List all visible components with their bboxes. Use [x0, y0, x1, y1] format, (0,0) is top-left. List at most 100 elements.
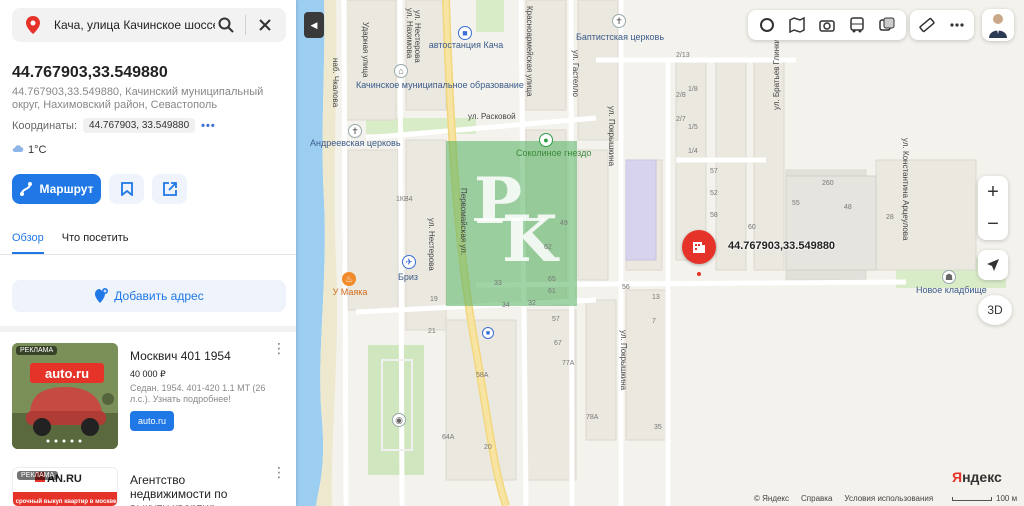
bus-station-icon[interactable]: ■ [458, 26, 472, 40]
map-footer: © Яндекс Справка Условия использования [754, 494, 933, 503]
tab-overview[interactable]: Обзор [12, 232, 44, 254]
church-icon[interactable]: ✝ [348, 124, 362, 138]
ad-image[interactable]: auto.ru РЕКЛАМА [12, 343, 118, 449]
ad-title[interactable]: Агентство недвижимости по выкупу квартир [130, 473, 266, 506]
bus-icon[interactable] [844, 12, 870, 38]
map-canvas[interactable]: PK ■ автостанция Кача ✝ Баптистская церк… [296, 0, 1024, 506]
house-number: 77A [562, 360, 575, 367]
house-number: 1/8 [688, 86, 698, 93]
geolocation-icon[interactable] [978, 250, 1008, 280]
poi-sokolinoe[interactable]: Соколиное гнездо [516, 148, 591, 158]
place-tabs: Обзор Что посетить [12, 232, 128, 254]
stadium-icon[interactable]: ◉ [392, 413, 406, 427]
house-number: 58 [710, 212, 718, 219]
ad-badge: РЕКЛАМА [16, 346, 58, 355]
poi-bus-station[interactable]: автостанция Кача [424, 40, 508, 50]
location-marker-icon[interactable] [682, 230, 716, 264]
cafe-icon[interactable]: ♨ [342, 272, 356, 286]
zoom-in-icon[interactable]: + [978, 176, 1008, 208]
share-button[interactable] [152, 174, 187, 204]
collapse-sidebar-icon[interactable]: ◀ [304, 12, 324, 38]
panorama-icon[interactable] [874, 12, 900, 38]
street-krasnoarm: Красноармейская улица [525, 6, 534, 97]
street-pokryshkina-south: ул. Покрышкина [619, 330, 628, 391]
toggle-3d-button[interactable]: 3D [978, 295, 1012, 325]
plane-icon[interactable]: ✈ [402, 255, 416, 269]
house-number: 28 [886, 214, 894, 221]
street-bratev: ул. Братьев Глинки [772, 38, 781, 110]
marker-point [697, 272, 701, 276]
route-button[interactable]: Маршрут [12, 174, 101, 204]
ad-card[interactable]: auto.ru РЕКЛАМА Москвич 401 1954 40 000 … [12, 341, 286, 453]
house-number: 1КВ4 [396, 196, 413, 203]
house-number: 56 [622, 284, 630, 291]
house-number: 7 [652, 318, 656, 325]
search-input[interactable]: Кача, улица Качинское шоссе, 3 [54, 18, 215, 32]
house-number: 32 [528, 300, 536, 307]
map-scale: 100 м [952, 494, 1017, 503]
terms-link[interactable]: Условия использования [844, 494, 933, 503]
park-icon[interactable]: ● [539, 133, 553, 147]
house-number: 35 [654, 424, 662, 431]
house-number: 21 [428, 328, 436, 335]
ad-title[interactable]: Москвич 401 1954 [130, 349, 266, 363]
house-number: 13 [652, 294, 660, 301]
help-link[interactable]: Справка [801, 494, 832, 503]
map-tools-toolbar [910, 10, 974, 40]
coordinates-more-icon[interactable]: ••• [201, 120, 216, 132]
coordinates-value[interactable]: 44.767903, 33.549880 [83, 118, 196, 133]
municipal-icon[interactable]: ⌂ [394, 64, 408, 78]
poi-municipal[interactable]: Качинское муниципальное образование [356, 80, 524, 90]
search-bar[interactable]: Кача, улица Качинское шоссе, 3 [12, 8, 286, 42]
camera-icon[interactable] [814, 12, 840, 38]
street-raskovoy: ул. Расковой [468, 112, 516, 121]
more-icon[interactable] [944, 12, 970, 38]
layers-icon[interactable] [754, 12, 780, 38]
bookmark-icon [120, 182, 133, 196]
house-number: 49 [560, 220, 568, 227]
map-layers-toolbar [748, 10, 906, 40]
zoom-control: + − [978, 176, 1008, 240]
zoom-out-icon[interactable]: − [978, 208, 1008, 240]
tabs-divider [0, 254, 296, 255]
poi-baptist-church[interactable]: Баптистская церковь [572, 32, 668, 42]
ad-menu-icon[interactable]: ⋮ [272, 465, 286, 479]
scale-label: 100 м [996, 494, 1018, 503]
house-number: 2/8 [676, 92, 686, 99]
house-number: 260 [822, 180, 834, 187]
close-icon[interactable] [254, 14, 276, 36]
transport-icon[interactable] [784, 12, 810, 38]
tab-what-to-visit[interactable]: Что посетить [62, 232, 129, 254]
bookmark-button[interactable] [109, 174, 144, 204]
bus-stop-icon[interactable]: ■ [482, 327, 494, 339]
street-pervomayskaya: Первомайская ул. [459, 188, 468, 256]
house-number: 1/5 [688, 124, 698, 131]
ad-card[interactable]: AN.RU срочный выкуп квартир в москве РЕК… [12, 465, 286, 506]
search-icon[interactable] [215, 14, 237, 36]
poi-andreevskaya[interactable]: Андреевская церковь [310, 138, 401, 148]
profile-avatar[interactable] [982, 9, 1014, 41]
ad-link-button[interactable]: auto.ru [130, 411, 175, 431]
house-number: 52 [710, 190, 718, 197]
location-pin-icon [22, 14, 44, 36]
ruler-icon[interactable] [914, 12, 940, 38]
church-icon[interactable]: ✝ [612, 14, 626, 28]
copyright[interactable]: © Яндекс [754, 494, 789, 503]
house-number: 64A [442, 434, 455, 441]
place-title: 44.767903,33.549880 [12, 64, 168, 81]
ad-menu-icon[interactable]: ⋮ [272, 341, 286, 355]
add-location-icon [95, 288, 109, 303]
street-pokryshkina: ул. Покрышкина [607, 106, 616, 167]
poi-cemetery[interactable]: Новое кладбище [916, 285, 987, 295]
house-number: 19 [430, 296, 438, 303]
poi-mayak[interactable]: У Маяка [322, 287, 378, 297]
ad-image[interactable]: AN.RU срочный выкуп квартир в москве РЕК… [12, 467, 118, 506]
house-number: 60 [748, 224, 756, 231]
street-nesterova: ул. Нестерова [427, 218, 436, 271]
ad-price: 40 000 ₽ [130, 369, 166, 379]
house-number: 61 [548, 288, 556, 295]
street-chkalova: наб. Чкалова [331, 58, 340, 108]
poi-briz[interactable]: Бриз [390, 272, 426, 282]
add-address-button[interactable]: Добавить адрес [12, 280, 286, 312]
cemetery-icon[interactable]: ☗ [942, 270, 956, 284]
